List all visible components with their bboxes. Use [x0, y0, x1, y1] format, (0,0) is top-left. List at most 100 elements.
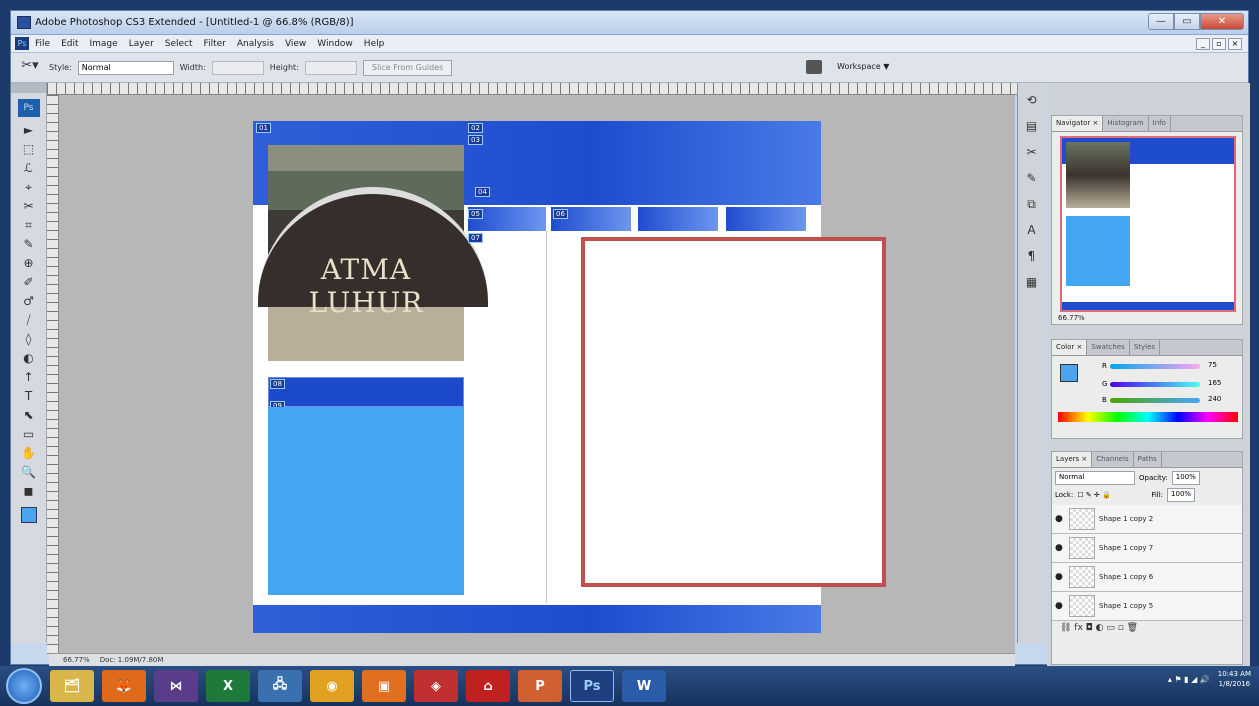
- eye-icon[interactable]: ●: [1055, 601, 1065, 611]
- menu-help[interactable]: Help: [364, 39, 385, 49]
- firefox-taskbar-icon[interactable]: 🦊: [102, 670, 146, 702]
- ps-menu-icon[interactable]: Ps: [15, 37, 29, 50]
- healing-brush-icon[interactable]: ✎: [18, 235, 40, 254]
- nav-button[interactable]: [638, 207, 718, 231]
- doc-minimize-button[interactable]: _: [1196, 37, 1210, 50]
- menu-select[interactable]: Select: [165, 39, 193, 49]
- b-value[interactable]: 240: [1208, 395, 1221, 403]
- excel-taskbar-icon[interactable]: X: [206, 670, 250, 702]
- dodge-tool-icon[interactable]: ◐: [18, 349, 40, 368]
- workspace-icon[interactable]: [806, 60, 822, 74]
- slice-tool-icon-box[interactable]: ⌗: [18, 216, 40, 235]
- shape-tool-icon[interactable]: ▭: [18, 425, 40, 444]
- doc-size[interactable]: Doc: 1.09M/7.80M: [100, 656, 164, 664]
- green-slider[interactable]: [1110, 382, 1200, 387]
- height-field[interactable]: [304, 60, 357, 75]
- paragraph-icon[interactable]: ¶: [1023, 247, 1041, 265]
- powerpoint-taskbar-icon[interactable]: P: [518, 670, 562, 702]
- marquee-tool-icon[interactable]: ⬚: [18, 140, 40, 159]
- default-colors-icon[interactable]: ◼: [18, 482, 40, 501]
- slice-tag[interactable]: 04: [475, 187, 490, 197]
- tool-presets-icon[interactable]: ✂: [1023, 143, 1041, 161]
- type-tool-icon[interactable]: T: [18, 387, 40, 406]
- zoom-level[interactable]: 66.77%: [63, 656, 90, 664]
- toolbox-grip[interactable]: [11, 83, 46, 93]
- lock-icons[interactable]: ☐ ✎ ✛ 🔒: [1077, 491, 1147, 499]
- fg-color-swatch[interactable]: [1060, 364, 1078, 382]
- history-brush-icon[interactable]: ♂: [18, 292, 40, 311]
- eraser-tool-icon[interactable]: ⧸: [18, 311, 40, 330]
- doc-restore-button[interactable]: ▫: [1212, 37, 1226, 50]
- app-taskbar-icon[interactable]: ◈: [414, 670, 458, 702]
- navigator-zoom[interactable]: 66.77%: [1058, 314, 1085, 322]
- clone-stamp-icon[interactable]: ⊕: [18, 254, 40, 273]
- tab-swatches[interactable]: Swatches: [1087, 340, 1130, 355]
- hand-tool-icon[interactable]: ✋: [18, 444, 40, 463]
- tab-styles[interactable]: Styles: [1130, 340, 1161, 355]
- menu-filter[interactable]: Filter: [204, 39, 226, 49]
- crop-tool-icon[interactable]: ✂: [18, 197, 40, 216]
- history-icon[interactable]: ⟲: [1023, 91, 1041, 109]
- path-select-tool-icon[interactable]: ⬉: [18, 406, 40, 425]
- nav-button[interactable]: [726, 207, 806, 231]
- magic-wand-tool-icon[interactable]: ⌖: [18, 178, 40, 197]
- style-select[interactable]: Normal: [77, 60, 174, 75]
- clock[interactable]: 10:43 AM 1/8/2016: [1218, 669, 1251, 689]
- layer-row[interactable]: ● Shape 1 copy 2: [1052, 505, 1242, 534]
- slice-tag[interactable]: 02: [468, 123, 483, 133]
- workspace-menu[interactable]: Workspace ▼: [837, 62, 889, 71]
- move-tool-icon[interactable]: ►: [18, 121, 40, 140]
- tab-histogram[interactable]: Histogram: [1103, 116, 1149, 131]
- color-ramp[interactable]: [1058, 412, 1238, 422]
- opacity-field[interactable]: 100%: [1171, 471, 1200, 485]
- zoom-tool-icon[interactable]: 🔍: [18, 463, 40, 482]
- slice-tag[interactable]: 06: [553, 209, 568, 219]
- tab-navigator[interactable]: Navigator ×: [1052, 116, 1104, 131]
- start-button[interactable]: [6, 668, 42, 704]
- doc-close-button[interactable]: ×: [1228, 37, 1242, 50]
- pdf-taskbar-icon[interactable]: ⌂: [466, 670, 510, 702]
- tab-layers[interactable]: Layers ×: [1052, 452, 1093, 467]
- eye-icon[interactable]: ●: [1055, 572, 1065, 582]
- menu-edit[interactable]: Edit: [61, 39, 78, 49]
- explorer-taskbar-icon[interactable]: 🗂: [50, 670, 94, 702]
- width-field[interactable]: [211, 60, 264, 75]
- photoshop-taskbar-icon[interactable]: Ps: [570, 670, 614, 702]
- slice-tag[interactable]: 05: [468, 209, 483, 219]
- vertical-ruler[interactable]: [47, 95, 59, 655]
- slice-tag[interactable]: 03: [468, 135, 483, 145]
- slice-tag[interactable]: 01: [256, 123, 271, 133]
- measurement-icon[interactable]: ▦: [1023, 273, 1041, 291]
- eye-icon[interactable]: ●: [1055, 543, 1065, 553]
- layer-row[interactable]: ● Shape 1 copy 5: [1052, 592, 1242, 621]
- navigator-thumbnail[interactable]: [1060, 136, 1236, 312]
- blue-slider[interactable]: [1110, 398, 1200, 403]
- brush-tool-icon[interactable]: ✐: [18, 273, 40, 292]
- layer-row[interactable]: ● Shape 1 copy 7: [1052, 534, 1242, 563]
- network-taskbar-icon[interactable]: 🖧: [258, 670, 302, 702]
- minimize-button[interactable]: —: [1148, 13, 1174, 30]
- menu-layer[interactable]: Layer: [129, 39, 154, 49]
- horizontal-ruler[interactable]: [47, 83, 1017, 95]
- menu-view[interactable]: View: [285, 39, 306, 49]
- clone-source-icon[interactable]: ⧉: [1023, 195, 1041, 213]
- pen-tool-icon[interactable]: ↑: [18, 368, 40, 387]
- actions-icon[interactable]: ▤: [1023, 117, 1041, 135]
- tray-icons[interactable]: ▴ ⚑ ▮ ◢ 🔊: [1168, 675, 1210, 684]
- word-taskbar-icon[interactable]: W: [622, 670, 666, 702]
- menu-file[interactable]: File: [35, 39, 50, 49]
- lasso-tool-icon[interactable]: ℒ: [18, 159, 40, 178]
- slice-tag[interactable]: 08: [270, 379, 285, 389]
- media-taskbar-icon[interactable]: ◉: [310, 670, 354, 702]
- blend-mode-select[interactable]: Normal: [1055, 471, 1135, 485]
- eye-icon[interactable]: ●: [1055, 514, 1065, 524]
- slice-tool-icon[interactable]: ✂▾: [17, 58, 43, 78]
- gradient-tool-icon[interactable]: ◊: [18, 330, 40, 349]
- tab-paths[interactable]: Paths: [1134, 452, 1162, 467]
- tab-channels[interactable]: Channels: [1092, 452, 1134, 467]
- maximize-button[interactable]: ▭: [1174, 13, 1200, 30]
- foreground-color-swatch[interactable]: [20, 507, 37, 523]
- tab-color[interactable]: Color ×: [1052, 340, 1088, 355]
- fill-field[interactable]: 100%: [1167, 488, 1196, 502]
- menu-analysis[interactable]: Analysis: [237, 39, 274, 49]
